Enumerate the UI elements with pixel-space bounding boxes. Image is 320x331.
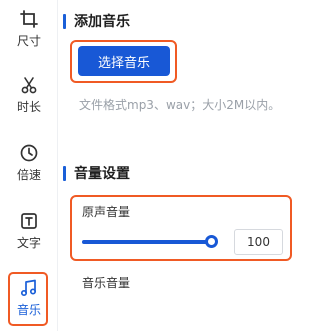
sidebar-item-speed[interactable]: 倍速	[0, 142, 58, 182]
section-accent-bar	[63, 165, 66, 181]
sidebar-item-label: 时长	[16, 100, 41, 114]
sidebar-item-label: 音乐	[16, 303, 41, 317]
music-note-icon	[18, 277, 40, 299]
sidebar-item-size[interactable]: 尺寸	[0, 8, 58, 48]
select-music-button[interactable]: 选择音乐	[78, 46, 170, 76]
scissors-icon	[18, 74, 40, 96]
add-music-header: 添加音乐	[63, 11, 130, 31]
section-title: 添加音乐	[74, 14, 130, 30]
sidebar-item-music[interactable]: 音乐	[0, 277, 58, 317]
upload-hint: 文件格式mp3、wav；大小2M以内。	[79, 98, 281, 112]
original-volume-slider[interactable]	[82, 235, 218, 248]
sidebar-item-label: 倍速	[16, 168, 41, 182]
clock-icon	[18, 142, 40, 164]
slider-fill	[82, 240, 212, 244]
sidebar: 尺寸 时长 倍速 文字 音乐	[0, 0, 58, 331]
volume-settings-header: 音量设置	[63, 163, 130, 183]
text-icon	[18, 210, 40, 232]
sidebar-item-label: 尺寸	[16, 34, 41, 48]
music-volume-label: 音乐音量	[82, 276, 131, 290]
original-volume-input[interactable]	[234, 229, 283, 255]
sidebar-item-label: 文字	[16, 236, 41, 250]
sidebar-item-duration[interactable]: 时长	[0, 74, 58, 114]
sidebar-item-text[interactable]: 文字	[0, 210, 58, 250]
section-accent-bar	[63, 13, 66, 29]
crop-icon	[18, 8, 40, 30]
slider-thumb[interactable]	[205, 235, 218, 248]
original-volume-label: 原声音量	[82, 205, 131, 219]
section-title: 音量设置	[74, 166, 130, 182]
